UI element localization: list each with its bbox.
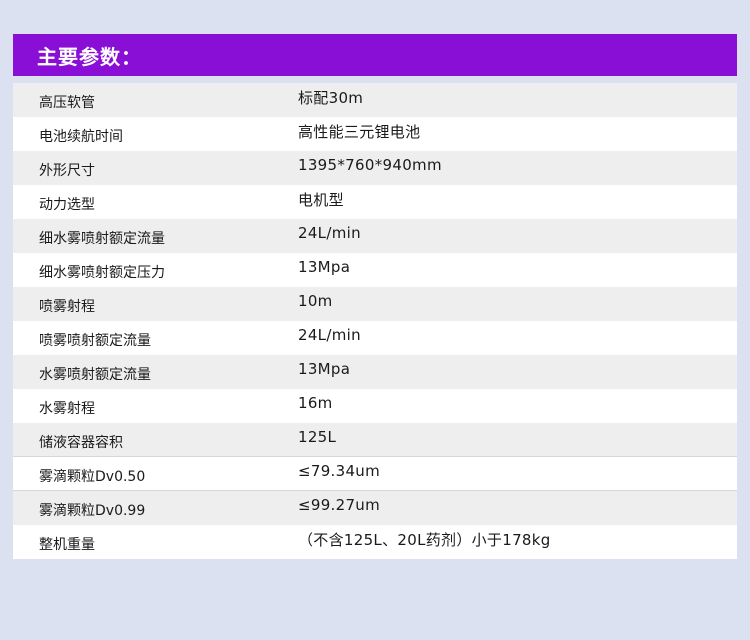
param-label: 细水雾喷射额定流量: [39, 231, 165, 247]
table-row: 高压软管 标配30m: [13, 83, 737, 117]
param-value: 24L/min: [298, 326, 361, 344]
param-label: 雾滴颗粒Dv0.99: [39, 503, 146, 519]
param-value: 24L/min: [298, 224, 361, 242]
param-label: 外形尺寸: [39, 163, 95, 179]
param-value: ≤79.34um: [298, 461, 381, 480]
param-value: 标配30m: [298, 88, 364, 107]
param-label: 电池续航时间: [39, 129, 123, 145]
table-row: 细水雾喷射额定压力 13Mpa: [13, 253, 737, 287]
param-label: 高压软管: [39, 95, 95, 111]
param-value: 高性能三元锂电池: [298, 122, 421, 141]
section-title: 主要参数：: [37, 44, 142, 69]
table-row: 喷雾射程 10m: [13, 287, 737, 321]
param-label: 动力选型: [39, 197, 95, 213]
param-value: ≤99.27um: [298, 496, 381, 514]
table-row: 水雾喷射额定流量 13Mpa: [13, 355, 737, 389]
param-value: 电机型: [298, 190, 344, 209]
param-label: 整机重量: [39, 537, 95, 553]
param-value: 16m: [298, 394, 333, 412]
param-label: 雾滴颗粒Dv0.50: [39, 468, 146, 485]
params-table: 高压软管 标配30m 电池续航时间 高性能三元锂电池 外形尺寸 1395*760…: [13, 83, 737, 559]
param-value: （不含125L、20L药剂）小于178kg: [298, 530, 551, 549]
page: 主要参数： 高压软管 标配30m 电池续航时间 高性能三元锂电池 外形尺寸 13…: [0, 0, 750, 640]
table-row: 电池续航时间 高性能三元锂电池: [13, 117, 737, 151]
param-label: 储液容器容积: [39, 434, 123, 451]
table-row: 动力选型 电机型: [13, 185, 737, 219]
table-row: 喷雾喷射额定流量 24L/min: [13, 321, 737, 355]
param-value: 13Mpa: [298, 360, 351, 378]
section-header: 主要参数：: [13, 34, 737, 76]
table-row: 雾滴颗粒Dv0.50 ≤79.34um: [13, 457, 737, 491]
table-row: 外形尺寸 1395*760*940mm: [13, 151, 737, 185]
param-value: 10m: [298, 292, 333, 310]
table-row: 细水雾喷射额定流量 24L/min: [13, 219, 737, 253]
table-row: 储液容器容积 125L: [13, 423, 737, 457]
param-value: 13Mpa: [298, 258, 351, 276]
param-label: 水雾喷射额定流量: [39, 367, 151, 383]
table-row: 雾滴颗粒Dv0.99 ≤99.27um: [13, 491, 737, 525]
param-label: 喷雾喷射额定流量: [39, 333, 151, 349]
table-row: 水雾射程 16m: [13, 389, 737, 423]
param-label: 喷雾射程: [39, 299, 95, 315]
param-value: 125L: [298, 427, 337, 446]
param-label: 细水雾喷射额定压力: [39, 265, 165, 281]
table-row: 整机重量 （不含125L、20L药剂）小于178kg: [13, 525, 737, 559]
param-value: 1395*760*940mm: [298, 156, 442, 174]
param-label: 水雾射程: [39, 401, 95, 417]
